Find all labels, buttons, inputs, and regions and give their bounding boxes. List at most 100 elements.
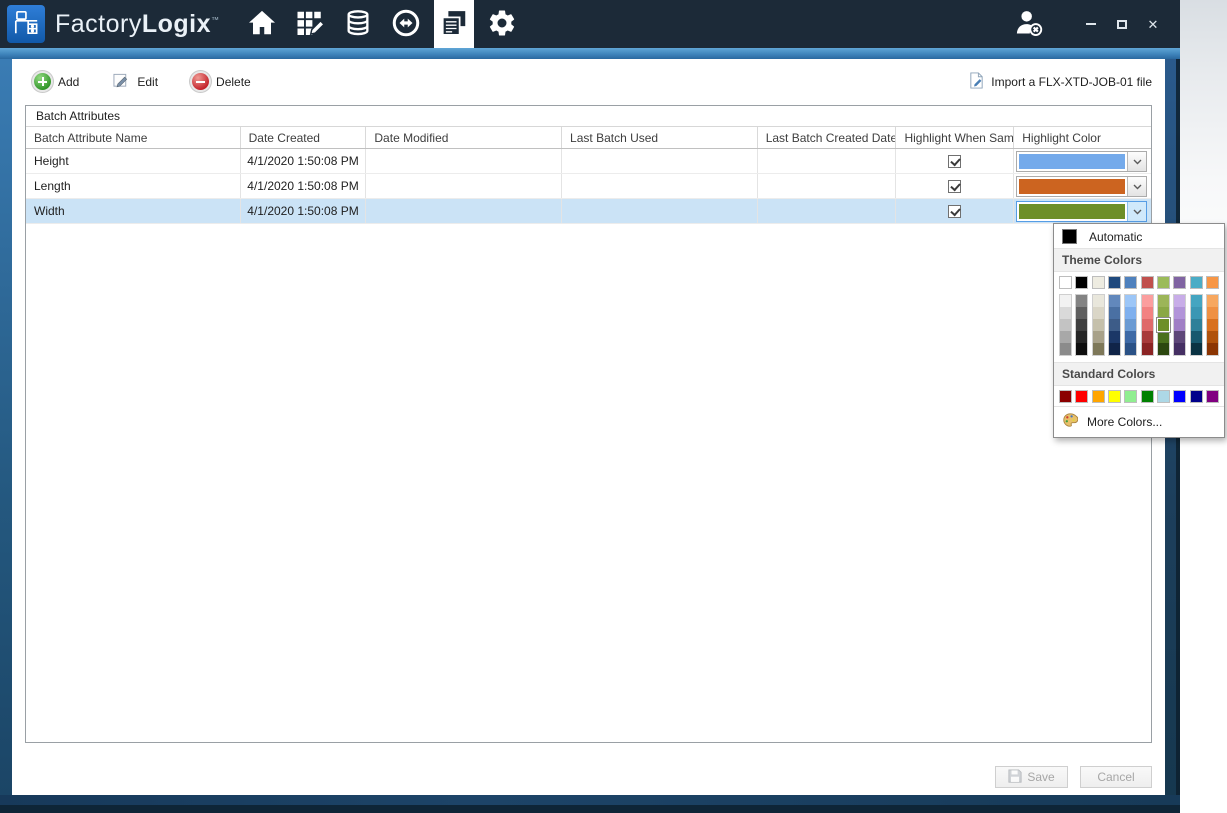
import-flx-file-button[interactable]: Import a FLX-XTD-JOB-01 file <box>968 72 1152 92</box>
highlight-color-combobox[interactable] <box>1016 151 1147 172</box>
theme-variant-swatch[interactable] <box>1076 343 1087 355</box>
combobox-dropdown-button[interactable] <box>1127 202 1146 221</box>
nav-home-button[interactable] <box>242 0 282 48</box>
theme-variant-swatch[interactable] <box>1093 331 1104 343</box>
highlight-when-same-checkbox[interactable] <box>948 205 961 218</box>
theme-variant-swatch[interactable] <box>1174 307 1185 319</box>
theme-variant-swatch[interactable] <box>1158 295 1169 307</box>
theme-variant-swatch[interactable] <box>1093 319 1104 331</box>
minimize-button[interactable] <box>1080 13 1102 35</box>
nav-grid-edit-button[interactable] <box>290 0 330 48</box>
theme-color-swatch[interactable] <box>1108 276 1121 289</box>
column-header-batch-attribute-name[interactable]: Batch Attribute Name <box>26 127 241 148</box>
theme-variant-swatch[interactable] <box>1076 319 1087 331</box>
column-header-date-modified[interactable]: Date Modified <box>366 127 562 148</box>
delete-button[interactable]: Delete <box>192 73 251 90</box>
theme-variant-swatch[interactable] <box>1191 331 1202 343</box>
theme-variant-swatch[interactable] <box>1174 295 1185 307</box>
theme-variant-swatch[interactable] <box>1109 343 1120 355</box>
theme-variant-swatch[interactable] <box>1125 295 1136 307</box>
edit-button[interactable]: Edit <box>113 72 158 92</box>
theme-variant-swatch[interactable] <box>1142 343 1153 355</box>
column-header-highlight-color[interactable]: Highlight Color <box>1014 127 1151 148</box>
theme-variant-swatch[interactable] <box>1093 343 1104 355</box>
theme-variant-swatch[interactable] <box>1125 331 1136 343</box>
maximize-button[interactable] <box>1111 13 1133 35</box>
theme-variant-swatch[interactable] <box>1093 295 1104 307</box>
highlight-color-combobox[interactable] <box>1016 201 1147 222</box>
column-header-highlight-when-same[interactable]: Highlight When Same <box>896 127 1014 148</box>
theme-variant-swatch[interactable] <box>1158 307 1169 319</box>
theme-variant-swatch[interactable] <box>1191 343 1202 355</box>
standard-color-swatch[interactable] <box>1108 390 1121 403</box>
theme-variant-swatch[interactable] <box>1191 319 1202 331</box>
add-button[interactable]: Add <box>34 73 79 90</box>
standard-color-swatch[interactable] <box>1075 390 1088 403</box>
theme-color-swatch[interactable] <box>1190 276 1203 289</box>
theme-variant-swatch[interactable] <box>1142 331 1153 343</box>
theme-variant-swatch[interactable] <box>1142 295 1153 307</box>
table-row-length[interactable]: Length4/1/2020 1:50:08 PM <box>26 174 1151 199</box>
theme-variant-swatch[interactable] <box>1191 295 1202 307</box>
standard-color-swatch[interactable] <box>1124 390 1137 403</box>
highlight-when-same-checkbox[interactable] <box>948 155 961 168</box>
theme-color-swatch[interactable] <box>1206 276 1219 289</box>
theme-variant-swatch[interactable] <box>1125 343 1136 355</box>
standard-color-swatch[interactable] <box>1206 390 1219 403</box>
theme-variant-swatch[interactable] <box>1142 319 1153 331</box>
theme-variant-swatch[interactable] <box>1060 343 1071 355</box>
theme-variant-swatch[interactable] <box>1142 307 1153 319</box>
theme-variant-swatch[interactable] <box>1191 307 1202 319</box>
theme-variant-swatch[interactable] <box>1125 307 1136 319</box>
theme-variant-swatch[interactable] <box>1207 331 1218 343</box>
theme-color-swatch[interactable] <box>1157 276 1170 289</box>
nav-database-button[interactable] <box>338 0 378 48</box>
combobox-dropdown-button[interactable] <box>1127 152 1146 171</box>
column-header-date-created[interactable]: Date Created <box>241 127 367 148</box>
theme-variant-swatch[interactable] <box>1158 343 1169 355</box>
standard-color-swatch[interactable] <box>1173 390 1186 403</box>
theme-variant-swatch[interactable] <box>1109 331 1120 343</box>
theme-color-swatch[interactable] <box>1141 276 1154 289</box>
nav-gear-button[interactable] <box>482 0 522 48</box>
close-button[interactable]: ✕ <box>1142 13 1164 35</box>
standard-color-swatch[interactable] <box>1059 390 1072 403</box>
theme-variant-swatch[interactable] <box>1060 331 1071 343</box>
theme-variant-swatch[interactable] <box>1207 343 1218 355</box>
theme-variant-swatch[interactable] <box>1207 295 1218 307</box>
theme-color-swatch[interactable] <box>1092 276 1105 289</box>
standard-color-swatch[interactable] <box>1190 390 1203 403</box>
theme-variant-swatch[interactable] <box>1109 295 1120 307</box>
theme-variant-swatch[interactable] <box>1207 319 1218 331</box>
selected-theme-variant-swatch[interactable] <box>1158 319 1169 331</box>
automatic-color-item[interactable]: Automatic <box>1054 224 1224 248</box>
theme-variant-swatch[interactable] <box>1109 319 1120 331</box>
theme-variant-swatch[interactable] <box>1125 319 1136 331</box>
highlight-color-combobox[interactable] <box>1016 176 1147 197</box>
theme-variant-swatch[interactable] <box>1093 307 1104 319</box>
standard-color-swatch[interactable] <box>1157 390 1170 403</box>
theme-variant-swatch[interactable] <box>1076 307 1087 319</box>
table-row-width[interactable]: Width4/1/2020 1:50:08 PM <box>26 199 1151 224</box>
nav-sync-button[interactable] <box>386 0 426 48</box>
cancel-button[interactable]: Cancel <box>1080 766 1152 788</box>
theme-variant-swatch[interactable] <box>1060 307 1071 319</box>
more-colors-item[interactable]: More Colors... <box>1054 406 1224 437</box>
standard-color-swatch[interactable] <box>1092 390 1105 403</box>
standard-color-swatch[interactable] <box>1141 390 1154 403</box>
save-button[interactable]: Save <box>995 766 1068 788</box>
nav-documents-button[interactable] <box>434 0 474 48</box>
theme-variant-swatch[interactable] <box>1076 295 1087 307</box>
theme-color-swatch[interactable] <box>1124 276 1137 289</box>
column-header-last-batch-used[interactable]: Last Batch Used <box>562 127 758 148</box>
combobox-dropdown-button[interactable] <box>1127 177 1146 196</box>
theme-variant-swatch[interactable] <box>1158 331 1169 343</box>
theme-variant-swatch[interactable] <box>1174 331 1185 343</box>
theme-variant-swatch[interactable] <box>1174 319 1185 331</box>
theme-variant-swatch[interactable] <box>1060 295 1071 307</box>
theme-color-swatch[interactable] <box>1059 276 1072 289</box>
theme-color-swatch[interactable] <box>1075 276 1088 289</box>
column-header-last-batch-created-date[interactable]: Last Batch Created Date <box>758 127 897 148</box>
theme-variant-swatch[interactable] <box>1174 343 1185 355</box>
theme-variant-swatch[interactable] <box>1060 319 1071 331</box>
